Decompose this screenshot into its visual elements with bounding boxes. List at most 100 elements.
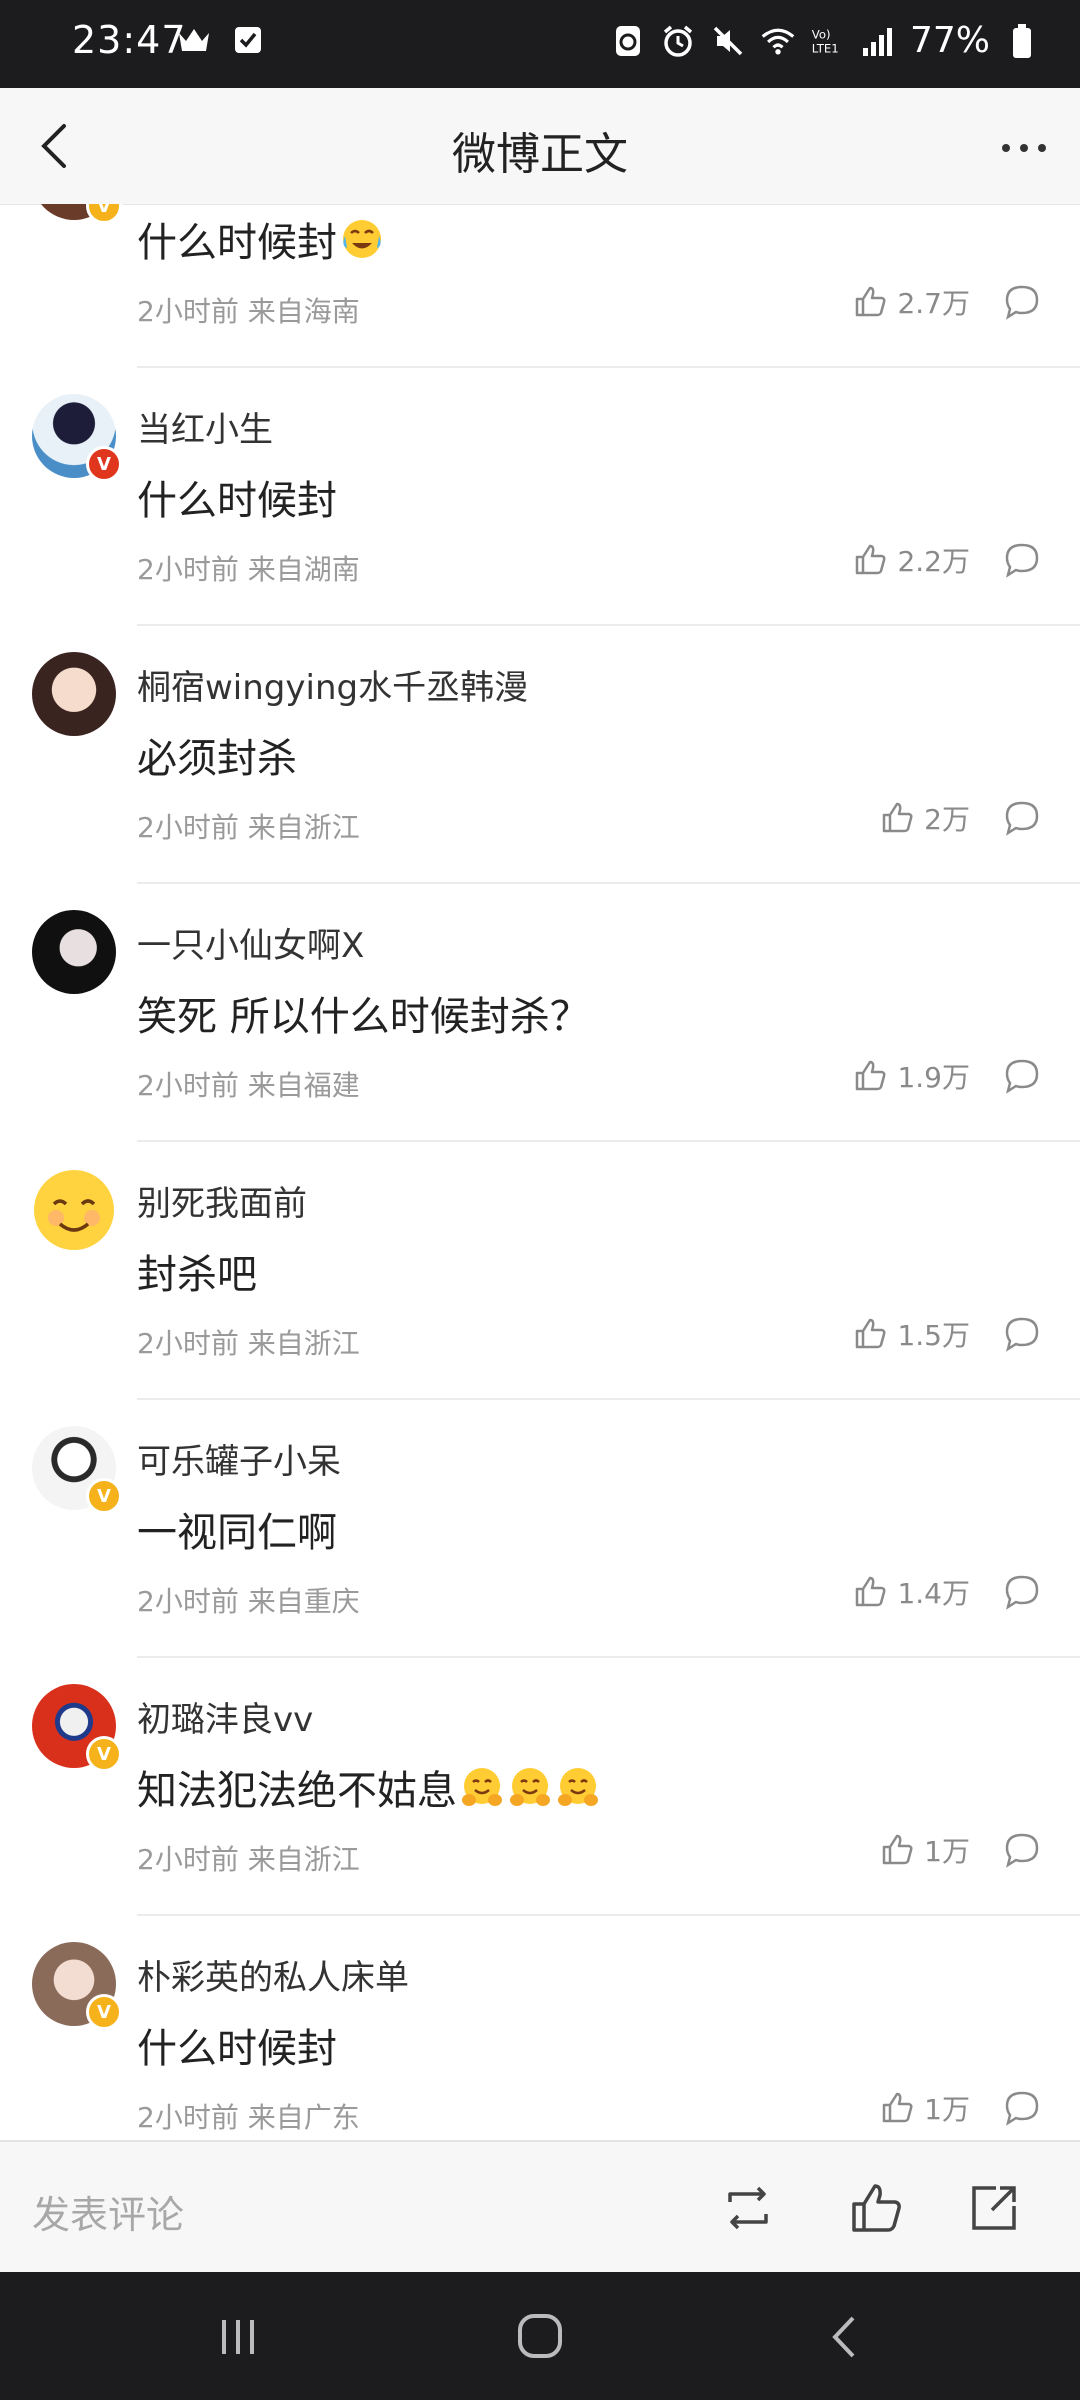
username[interactable]: 别死我面前 [137, 1176, 307, 1225]
status-right-icons: Vo) LTE1 77% [610, 20, 1040, 61]
checkbox-icon [230, 22, 266, 58]
reply-icon[interactable] [1002, 2088, 1042, 2128]
repost-icon[interactable] [720, 2180, 776, 2236]
verified-badge: V [86, 1736, 122, 1772]
like-count: 2万 [924, 803, 970, 836]
alarm-icon [660, 23, 696, 59]
hug-emoji-icon [507, 1764, 553, 1810]
hug-emoji-icon [555, 1764, 601, 1810]
avatar[interactable]: V [32, 1426, 122, 1514]
comment-item: V 当红小生 什么时候封 2小时前 来自湖南 2.2万 [0, 368, 1080, 626]
thumbs-up-icon [856, 1060, 886, 1091]
comment-item: 一只小仙女啊X 笑死 所以什么时候封杀？ 2小时前 来自福建 1.9万 [0, 884, 1080, 1142]
like-button[interactable]: 1.4万 [853, 1572, 970, 1612]
comment-meta: 2小时前 来自海南 [137, 295, 360, 328]
thumbs-up-icon [882, 1834, 913, 1865]
comment-input[interactable]: 发表评论 [32, 2184, 184, 2239]
share-icon[interactable] [966, 2180, 1022, 2236]
avatar[interactable]: V [32, 1684, 122, 1772]
volte-icon: Vo) LTE1 [810, 23, 846, 59]
like-count: 2.7万 [897, 287, 970, 320]
thumbs-up-icon [856, 1318, 886, 1349]
reply-icon[interactable] [1002, 282, 1042, 322]
like-button[interactable]: 2.2万 [853, 540, 970, 580]
avatar[interactable] [32, 910, 116, 994]
like-button[interactable]: 1万 [880, 2088, 970, 2128]
thumbs-up-icon [882, 802, 913, 833]
avatar[interactable]: V [32, 1942, 122, 2030]
comment-meta: 2小时前 来自湖南 [137, 553, 360, 586]
verified-badge: V [86, 204, 122, 224]
comment-meta: 2小时前 来自广东 [137, 2101, 360, 2134]
crown-icon [176, 22, 212, 58]
avatar[interactable]: V [32, 394, 122, 482]
comment-text: 必须封杀 [137, 736, 297, 782]
comment-item: V 初璐沣良vv 知法犯法绝不姑息 2小时前 来自浙江 1万 [0, 1658, 1080, 1916]
avatar[interactable] [32, 652, 116, 736]
like-button[interactable]: 1.9万 [853, 1056, 970, 1096]
comment-meta: 2小时前 来自浙江 [137, 1327, 360, 1360]
like-count: 1万 [924, 1835, 970, 1868]
crying-laughing-emoji-icon [339, 216, 385, 262]
reply-icon[interactable] [1002, 1314, 1042, 1354]
like-button[interactable]: 2万 [880, 798, 970, 838]
mute-icon [710, 23, 746, 59]
comment-item: 桐宿wingying水千丞韩漫 必须封杀 2小时前 来自浙江 2万 [0, 626, 1080, 884]
thumbs-up-icon [856, 286, 886, 317]
more-icon[interactable] [996, 120, 1052, 176]
status-bar: 23:47 Vo) LTE1 77% [0, 0, 1080, 88]
comment-item: V 朴彩英的私人床单 什么时候封 2小时前 来自广东 1万 [0, 1916, 1080, 2140]
comment-item: 别死我面前 封杀吧 2小时前 来自浙江 1.5万 [0, 1142, 1080, 1400]
like-count: 1万 [924, 2093, 970, 2126]
status-time: 23:47 [72, 18, 187, 62]
username[interactable]: 桐宿wingying水千丞韩漫 [137, 660, 528, 709]
like-count: 1.9万 [897, 1061, 970, 1094]
avatar[interactable] [32, 1168, 116, 1252]
battery-icon [1004, 23, 1040, 59]
like-button[interactable]: 1.5万 [853, 1314, 970, 1354]
page-title: 微博正文 [452, 129, 628, 180]
thumbs-up-icon [856, 1576, 886, 1607]
like-count: 2.2万 [897, 545, 970, 578]
signal-icon [860, 23, 896, 59]
comment-text: 什么时候封 [137, 210, 385, 268]
comment-meta: 2小时前 来自福建 [137, 1069, 360, 1102]
verified-badge: V [86, 1994, 122, 2030]
comment-item: V 可乐罐子小呆 一视同仁啊 2小时前 来自重庆 1.4万 [0, 1400, 1080, 1658]
home-icon[interactable] [510, 2312, 570, 2362]
recent-apps-icon[interactable] [208, 2312, 268, 2362]
thumbs-up-icon [882, 2092, 913, 2123]
comment-item: V 什么时候封 2小时前 来自海南 2.7万 [0, 204, 1080, 368]
comment-text: 笑死 所以什么时候封杀？ [137, 994, 590, 1040]
username[interactable]: 朴彩英的私人床单 [137, 1950, 409, 1999]
verified-badge: V [86, 1478, 122, 1514]
username[interactable]: 初璐沣良vv [137, 1692, 313, 1741]
system-back-icon[interactable] [815, 2312, 875, 2362]
reply-icon[interactable] [1002, 798, 1042, 838]
like-button[interactable]: 2.7万 [853, 282, 970, 322]
thumbs-up-icon [856, 544, 886, 575]
wifi-icon [760, 23, 796, 59]
like-icon[interactable] [848, 2180, 904, 2236]
username[interactable]: 当红小生 [137, 402, 273, 451]
like-count: 1.5万 [897, 1319, 970, 1352]
comment-text: 一视同仁啊 [137, 1510, 337, 1556]
comment-text-content: 什么时候封 [137, 220, 337, 266]
username[interactable]: 可乐罐子小呆 [137, 1434, 341, 1483]
comment-text: 什么时候封 [137, 478, 337, 524]
username[interactable]: 一只小仙女啊X [137, 918, 364, 967]
recycle-icon [610, 23, 646, 59]
like-button[interactable]: 1万 [880, 1830, 970, 1870]
comment-text: 封杀吧 [137, 1252, 257, 1298]
smiley-avatar-icon [34, 1170, 114, 1250]
bottom-toolbar: 发表评论 [0, 2140, 1080, 2274]
comment-meta: 2小时前 来自浙江 [137, 1843, 360, 1876]
reply-icon[interactable] [1002, 1830, 1042, 1870]
avatar[interactable]: V [32, 204, 122, 224]
reply-icon[interactable] [1002, 1056, 1042, 1096]
comment-list[interactable]: V 什么时候封 2小时前 来自海南 2.7万 V 当红小生 什么时候封 2小时前… [0, 204, 1080, 2140]
reply-icon[interactable] [1002, 1572, 1042, 1612]
reply-icon[interactable] [1002, 540, 1042, 580]
verified-badge: V [86, 446, 122, 482]
like-count: 1.4万 [897, 1577, 970, 1610]
